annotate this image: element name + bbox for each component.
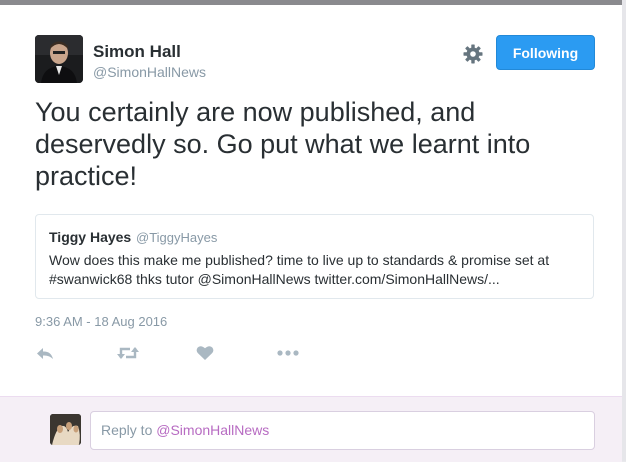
- like-icon[interactable]: [195, 343, 219, 363]
- reply-icon[interactable]: [35, 343, 59, 363]
- tweet-card: Simon Hall @SimonHallNews Following You …: [0, 0, 622, 462]
- following-button[interactable]: Following: [496, 35, 595, 70]
- quoted-tweet-text: Wow does this make me published? time to…: [49, 252, 550, 287]
- window-top-border: [0, 0, 626, 5]
- current-user-avatar: [50, 414, 81, 445]
- quoted-tweet[interactable]: Tiggy Hayes @TiggyHayes Wow does this ma…: [35, 214, 594, 299]
- tweet-timestamp[interactable]: 9:36 AM - 18 Aug 2016: [35, 314, 167, 329]
- retweet-icon[interactable]: [116, 343, 140, 363]
- more-icon[interactable]: [276, 343, 300, 363]
- author-handle[interactable]: @SimonHallNews: [93, 64, 206, 80]
- reply-mention: @SimonHallNews: [156, 422, 270, 438]
- scrollbar-track[interactable]: [622, 0, 626, 461]
- gear-icon[interactable]: [462, 43, 484, 65]
- quoted-author-name: Tiggy Hayes: [49, 229, 132, 245]
- reply-prefix: Reply to: [101, 422, 157, 438]
- reply-input[interactable]: Reply to @SimonHallNews: [90, 411, 595, 450]
- tweet-text: You certainly are now published, and des…: [35, 97, 531, 191]
- quoted-author-handle: @TiggyHayes: [136, 230, 218, 245]
- author-avatar[interactable]: [35, 35, 83, 83]
- author-name[interactable]: Simon Hall: [93, 42, 181, 62]
